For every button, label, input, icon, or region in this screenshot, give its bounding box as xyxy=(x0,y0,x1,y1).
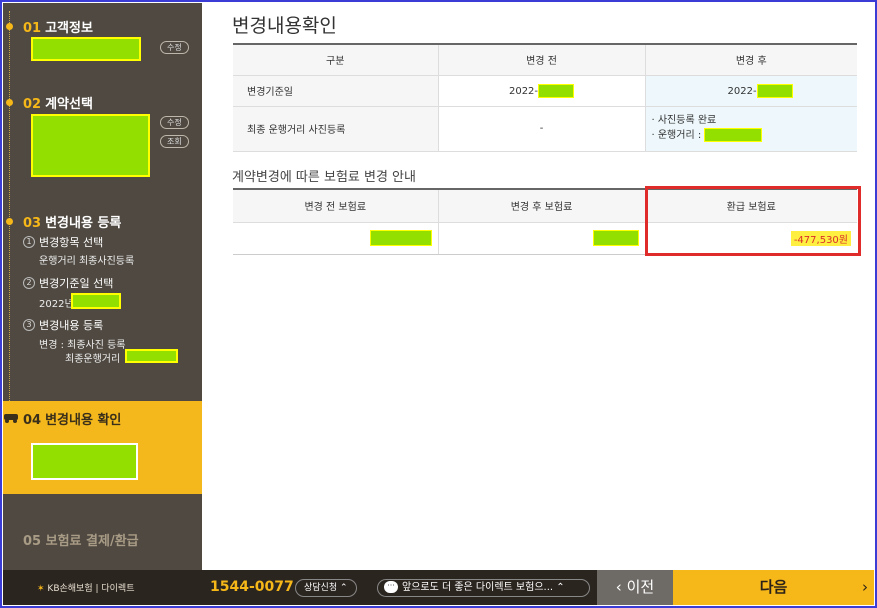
substep-2-detail: 2022년 xyxy=(39,299,74,310)
main-content: 변경내용확인 구분 변경 전 변경 후 변경기준일 2022- 2022- 최종… xyxy=(202,3,872,570)
step-dot xyxy=(6,23,13,30)
redacted-value xyxy=(704,128,763,142)
consult-button[interactable]: 상담신청 ⌃ xyxy=(295,579,357,597)
kb-logo: ✶ KB손해보험 | 다이렉트 xyxy=(37,584,135,594)
next-button[interactable]: 다음 › xyxy=(673,570,874,605)
car-icon xyxy=(4,414,18,423)
redacted-customer-info xyxy=(31,37,141,61)
change-table: 구분 변경 전 변경 후 변경기준일 2022- 2022- 최종 운행거리 사… xyxy=(233,43,857,152)
premium-table: 변경 전 보험료 변경 후 보험료 환급 보험료 -477,530원 xyxy=(233,188,857,255)
substep-3: 3 변경내용 등록 xyxy=(23,317,103,333)
redacted-distance xyxy=(125,349,178,363)
substep-1-detail: 운행거리 최종사진등록 xyxy=(39,256,135,267)
prev-button[interactable]: ‹ 이전 xyxy=(597,570,673,605)
redacted-value xyxy=(369,230,432,246)
distance-line: · 운행거리 : xyxy=(652,128,858,143)
redacted-value xyxy=(756,83,793,98)
before-date-cell: 2022- xyxy=(438,75,646,107)
after-date-cell: 2022- xyxy=(645,75,857,107)
inquiry-button[interactable]: 조회 xyxy=(160,135,189,148)
phone-number[interactable]: 1544-0077 xyxy=(210,579,294,595)
col-header: 변경 전 xyxy=(438,44,646,76)
sidebar: 01 고객정보 수정 02 계약선택 수정 조회 03 변경내용 등록 1 변경항목 선… xyxy=(3,3,202,570)
step-03-title: 03 변경내용 등록 xyxy=(23,216,122,231)
substep-2: 2 변경기준일 선택 xyxy=(23,275,113,291)
chat-button[interactable]: ··· 앞으로도 더 좋은 다이렉트 보험으... ⌃ xyxy=(377,579,590,597)
chat-icon: ··· xyxy=(384,581,398,593)
chevron-left-icon: ‹ xyxy=(615,578,622,596)
page-title: 변경내용확인 xyxy=(232,15,337,37)
step-05-title: 05 보험료 결제/환급 xyxy=(23,534,139,549)
col-header: 구분 xyxy=(233,44,439,76)
redacted-date xyxy=(71,293,121,309)
col-header: 변경 전 보험료 xyxy=(233,189,439,223)
step-dot xyxy=(6,218,13,225)
redacted-value xyxy=(538,83,575,98)
premium-section-title: 계약변경에 따른 보험료 변경 안내 xyxy=(232,170,416,185)
progress-line xyxy=(9,11,10,401)
col-header: 환급 보험료 xyxy=(645,189,857,223)
step-02-title: 02 계약선택 xyxy=(23,97,93,112)
photo-status: · 사진등록 완료 xyxy=(651,115,717,126)
step-04-title: 04 변경내용 확인 xyxy=(23,413,122,428)
refund-amount: -477,530원 xyxy=(790,230,851,246)
substep-3-detail-2: 최종운행거리 xyxy=(65,354,121,365)
step-dot xyxy=(6,99,13,106)
chevron-right-icon: › xyxy=(862,578,868,596)
row-label: 변경기준일 xyxy=(233,75,439,107)
col-header: 변경 후 보험료 xyxy=(438,189,646,223)
premium-after-cell xyxy=(438,222,646,255)
edit-button[interactable]: 수정 xyxy=(160,116,189,129)
edit-button[interactable]: 수정 xyxy=(160,41,189,54)
premium-before-cell xyxy=(233,222,439,255)
step-04-active: 04 변경내용 확인 xyxy=(3,401,202,494)
before-photo-cell: - xyxy=(438,106,646,152)
chevron-up-icon: ⌃ xyxy=(340,583,348,593)
redacted-value xyxy=(592,230,639,246)
after-photo-cell: · 사진등록 완료 · 운행거리 : xyxy=(645,106,858,152)
redacted-confirm-info xyxy=(31,443,138,480)
bottom-bar: ✶ KB손해보험 | 다이렉트 1544-0077 상담신청 ⌃ ··· 앞으로도… xyxy=(3,570,874,605)
row-label: 최종 운행거리 사진등록 xyxy=(233,106,439,152)
redacted-contract-info xyxy=(31,114,150,177)
chevron-up-icon: ⌃ xyxy=(556,582,565,593)
col-header: 변경 후 xyxy=(645,44,857,76)
substep-1: 1 변경항목 선택 xyxy=(23,234,103,250)
step-01-title: 01 고객정보 xyxy=(23,21,93,36)
substep-3-detail-1: 변경 : 최종사진 등록 xyxy=(39,340,126,351)
refund-cell: -477,530원 xyxy=(645,222,857,255)
